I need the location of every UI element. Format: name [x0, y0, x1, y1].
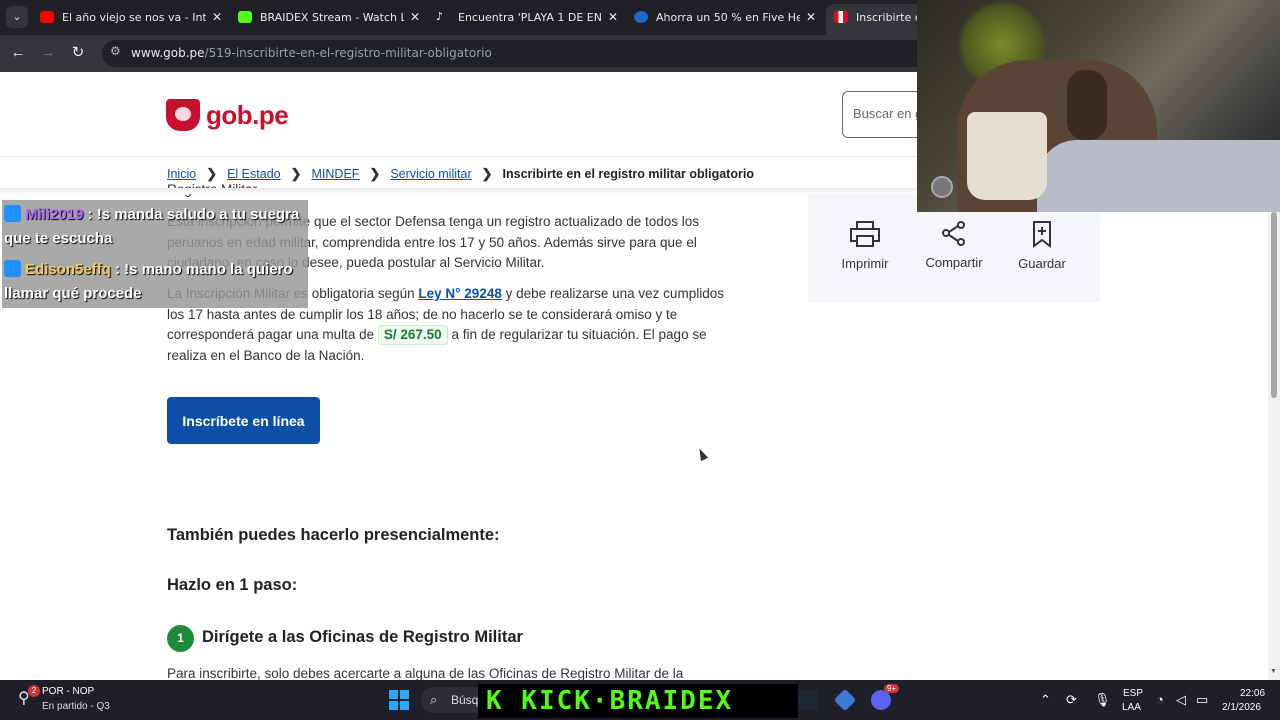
tab-title: Encuentra 'PLAYA 1 DE ENERO': [458, 11, 602, 24]
chat-message: Edison5effq : !s mano mano la quiero lla…: [4, 258, 304, 306]
share-label: Compartir: [925, 255, 983, 270]
ley-link[interactable]: Ley N° 29248: [418, 286, 501, 301]
print-button[interactable]: Imprimir: [825, 220, 905, 271]
streamer-shirt: [1037, 140, 1280, 212]
breadcrumb-current: Inscribirte en el registro militar oblig…: [502, 167, 754, 181]
chat-username: Mili2019: [25, 206, 84, 223]
inscribete-en-linea-button[interactable]: Inscríbete en línea: [167, 397, 320, 444]
search-icon: ⌕: [430, 692, 438, 707]
clock-time[interactable]: 22:06: [1240, 688, 1265, 699]
reload-icon[interactable]: ↻: [68, 43, 88, 63]
widget-line-2: En partido - Q3: [42, 701, 110, 712]
chevron-right-icon: ❯: [290, 166, 302, 181]
breadcrumb-servicio-militar[interactable]: Servicio militar: [390, 167, 471, 181]
widget-badge: 2: [28, 685, 40, 697]
camera-logo-icon: [931, 176, 953, 198]
chat-badge-icon: [4, 205, 21, 222]
close-icon[interactable]: ✕: [410, 4, 420, 31]
tab-youtube[interactable]: El año viejo se nos va - Internac ✕: [32, 4, 228, 31]
close-icon[interactable]: ✕: [806, 4, 816, 31]
peru-flag-icon: [834, 11, 848, 23]
tab-title: BRAIDEX Stream - Watch Live o: [260, 11, 404, 24]
language-bottom[interactable]: LAA: [1122, 702, 1141, 713]
presencial-heading: También puedes hacerlo presencialmente:: [167, 526, 500, 544]
widget-line-1: POR - NOP: [42, 686, 95, 697]
tab-tiktok[interactable]: ♪ Encuentra 'PLAYA 1 DE ENERO' ✕: [428, 4, 624, 31]
url-text: www.gob.pe/519-inscribirte-en-el-registr…: [131, 46, 492, 60]
back-icon[interactable]: ←: [8, 43, 28, 63]
steam-icon: [634, 11, 648, 23]
url-omnibox[interactable]: ⚙ www.gob.pe/519-inscribirte-en-el-regis…: [102, 40, 1002, 67]
chat-username: Edison5effq: [25, 261, 111, 278]
breadcrumb-inicio[interactable]: Inicio: [167, 167, 196, 181]
chevron-right-icon: ❯: [206, 166, 218, 181]
chevron-right-icon: ❯: [369, 166, 381, 181]
tiktok-icon: ♪: [436, 11, 450, 23]
share-button[interactable]: Compartir: [914, 220, 994, 270]
steps-heading: Hazlo en 1 paso:: [167, 576, 298, 594]
battery-icon[interactable]: ▭: [1196, 692, 1208, 708]
kick-braidex-banner: K KICK·BRAIDEX: [478, 684, 798, 718]
stream-chat-overlay: Mili2019 : !s manda saludo a tu suegra q…: [2, 200, 308, 308]
drink-cup: [967, 112, 1047, 200]
sync-icon[interactable]: ⟳: [1066, 692, 1077, 708]
youtube-icon: [40, 11, 54, 23]
tab-title: Inscribirte en e: [856, 11, 926, 24]
tab-title: El año viejo se nos va - Internac: [62, 11, 206, 24]
steam-taskbar-icon[interactable]: [798, 690, 818, 710]
close-icon[interactable]: ✕: [608, 4, 618, 31]
bookmark-icon: [1033, 221, 1051, 248]
tab-kick[interactable]: BRAIDEX Stream - Watch Live o ✕: [230, 4, 426, 31]
wifi-icon[interactable]: ◔: [1156, 692, 1164, 707]
fine-amount-badge: S/ 267.50: [377, 325, 448, 345]
windows-start-icon[interactable]: [389, 690, 409, 710]
logo-text: gob.pe: [206, 99, 289, 130]
step-text: Para inscribirte, solo debes acercarte a…: [167, 666, 684, 681]
kick-icon: [238, 11, 252, 23]
save-button[interactable]: Guardar: [1002, 220, 1082, 271]
chevron-right-icon: ❯: [481, 166, 493, 181]
step-title: Dirígete a las Oficinas de Registro Mili…: [202, 628, 523, 646]
peru-shield-icon: [166, 99, 200, 131]
breadcrumb-el-estado[interactable]: El Estado: [227, 167, 281, 181]
tab-steam[interactable]: Ahorra un 50 % en Five Hearts ✕: [626, 4, 822, 31]
tab-gobpe[interactable]: Inscribirte en e: [826, 4, 926, 35]
clock-date[interactable]: 2/1/2026: [1222, 702, 1261, 713]
gobpe-logo[interactable]: gob.pe: [166, 98, 289, 132]
scroll-thumb[interactable]: [1271, 212, 1277, 398]
chat-badge-icon: [4, 260, 21, 277]
mouse-cursor-icon: [695, 446, 709, 462]
language-top[interactable]: ESP: [1123, 688, 1143, 699]
webcam-overlay: [917, 0, 1280, 212]
taskbar-search-label: Búsq: [451, 693, 479, 707]
tab-search-button[interactable]: ⌄: [6, 6, 28, 28]
tab-title: Ahorra un 50 % en Five Hearts: [656, 11, 800, 24]
breadcrumb-mindef[interactable]: MINDEF: [312, 167, 360, 181]
page-scrollbar[interactable]: ▲ ▼: [1268, 194, 1280, 680]
chat-message: Mili2019 : !s manda saludo a tu suegra q…: [4, 203, 304, 251]
app-taskbar-icon[interactable]: [833, 688, 857, 712]
volume-icon[interactable]: ◁: [1176, 692, 1186, 708]
forward-icon[interactable]: →: [38, 43, 58, 63]
step-number-badge: 1: [167, 625, 194, 652]
kick-banner-text: K KICK·BRAIDEX: [486, 686, 734, 716]
print-label: Imprimir: [841, 256, 889, 271]
printer-icon: [850, 221, 880, 247]
discord-taskbar-icon[interactable]: [871, 690, 891, 710]
close-icon[interactable]: ✕: [212, 4, 222, 31]
save-label: Guardar: [1018, 256, 1066, 271]
discord-badge: 9+: [884, 684, 900, 693]
microphone-icon[interactable]: 🎙: [1094, 692, 1111, 708]
chevron-up-icon[interactable]: ⌃: [1040, 692, 1051, 708]
headset-shape: [1067, 70, 1107, 140]
site-info-icon[interactable]: ⚙: [110, 44, 121, 58]
share-icon: [942, 221, 965, 246]
scroll-down-icon[interactable]: ▼: [1270, 668, 1277, 675]
